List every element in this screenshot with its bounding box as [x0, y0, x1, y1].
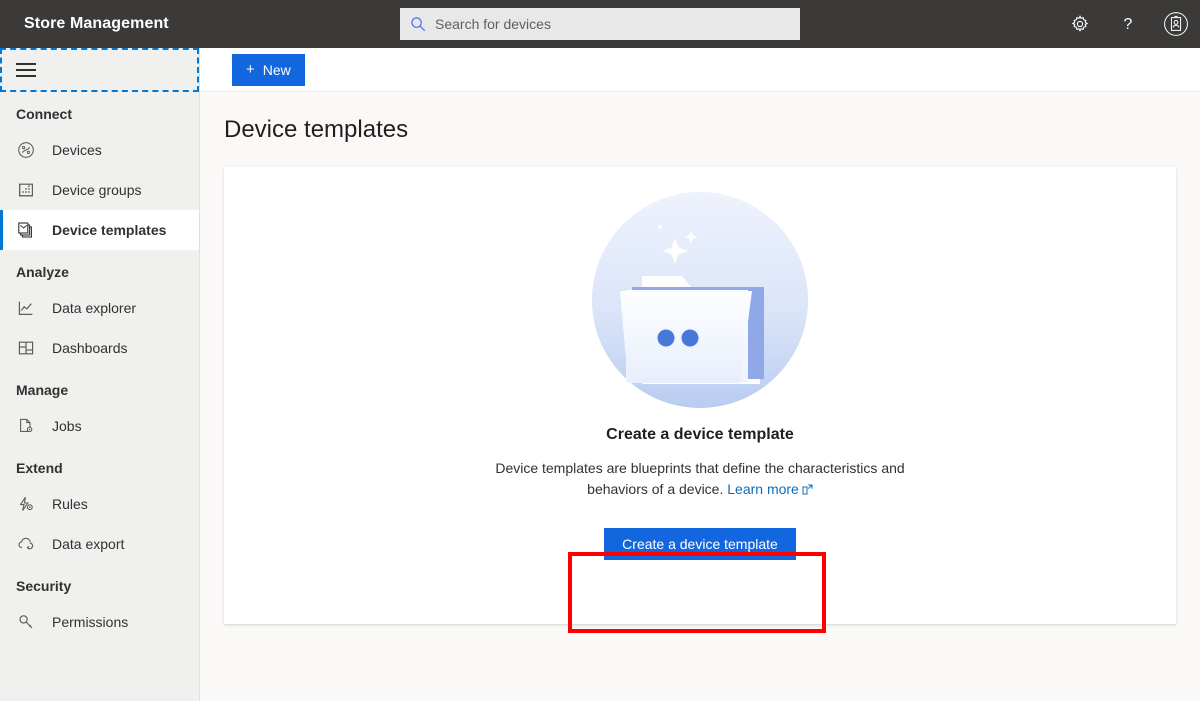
search-icon	[410, 16, 426, 32]
data-export-icon	[16, 534, 36, 554]
nav-group-analyze: Analyze	[16, 264, 69, 280]
search-input[interactable]	[435, 14, 775, 34]
sidebar-item-data-export[interactable]: Data export	[0, 524, 199, 564]
sidebar-item-data-explorer[interactable]: Data explorer	[0, 288, 199, 328]
gear-icon	[1070, 14, 1090, 34]
header-actions: ?	[1056, 0, 1200, 48]
folder-with-documents-illustration	[568, 190, 832, 408]
learn-more-link[interactable]: Learn more	[727, 481, 813, 497]
jobs-icon	[16, 416, 36, 436]
menu-toggle-button[interactable]	[0, 48, 199, 92]
settings-button[interactable]	[1056, 0, 1104, 48]
empty-state-title: Create a device template	[606, 426, 794, 443]
account-button[interactable]	[1152, 0, 1200, 48]
account-badge-icon	[1163, 11, 1189, 37]
sidebar-item-dashboards[interactable]: Dashboards	[0, 328, 199, 368]
rules-icon	[16, 494, 36, 514]
sidebar-item-device-groups[interactable]: Device groups	[0, 170, 199, 210]
empty-state: Create a device template Device template…	[224, 167, 1176, 624]
device-templates-icon	[16, 220, 36, 240]
search-box[interactable]	[400, 8, 800, 40]
sidebar-item-label: Device templates	[52, 222, 167, 238]
sidebar-item-rules[interactable]: Rules	[0, 484, 199, 524]
sidebar-item-label: Data export	[52, 536, 125, 552]
sidebar-item-label: Rules	[52, 496, 88, 512]
new-button-label: New	[262, 61, 291, 78]
description-line-1: Device templates are blueprints that def…	[495, 460, 878, 476]
nav-group-extend: Extend	[16, 460, 63, 476]
help-button[interactable]: ?	[1104, 0, 1152, 48]
devices-icon	[16, 140, 36, 160]
sidebar-item-device-templates[interactable]: Device templates	[0, 210, 199, 250]
plus-icon: +	[246, 61, 255, 78]
sidebar-item-label: Devices	[52, 142, 102, 158]
sidebar-item-label: Permissions	[52, 614, 129, 630]
sidebar-item-label: Data explorer	[52, 300, 137, 316]
sidebar-item-permissions[interactable]: Permissions	[0, 602, 199, 642]
new-button[interactable]: + New	[232, 53, 305, 86]
question-mark-icon: ?	[1118, 14, 1138, 34]
page-title: Device templates	[224, 116, 409, 143]
main-content: Device templates Create a device templat…	[200, 92, 1200, 701]
sidebar-item-devices[interactable]: Devices	[0, 130, 199, 170]
permissions-icon	[16, 612, 36, 632]
learn-more-label: Learn more	[727, 481, 799, 497]
sidebar-navigation: Connect Devices Device groups Device tem…	[0, 48, 200, 701]
nav-group-security: Security	[16, 578, 72, 594]
sidebar-item-label: Device groups	[52, 182, 142, 198]
nav-group-manage: Manage	[16, 382, 69, 398]
svg-text:?: ?	[1124, 16, 1133, 33]
nav-group-connect: Connect	[16, 106, 72, 122]
sidebar-item-jobs[interactable]: Jobs	[0, 406, 199, 446]
external-link-icon	[802, 480, 813, 501]
sidebar-item-label: Jobs	[52, 418, 82, 434]
app-title: Store Management	[24, 15, 169, 32]
empty-state-description: Device templates are blueprints that def…	[490, 458, 910, 501]
sidebar-item-label: Dashboards	[52, 340, 128, 356]
data-explorer-icon	[16, 298, 36, 318]
device-templates-card: Create a device template Device template…	[224, 167, 1176, 624]
create-a-device-template-button[interactable]: Create a device template	[604, 528, 796, 560]
dashboards-icon	[16, 338, 36, 358]
hamburger-icon	[16, 63, 36, 77]
command-bar: + New	[200, 48, 1200, 92]
top-header-bar: Store Management ?	[0, 0, 1200, 48]
device-groups-icon	[16, 180, 36, 200]
